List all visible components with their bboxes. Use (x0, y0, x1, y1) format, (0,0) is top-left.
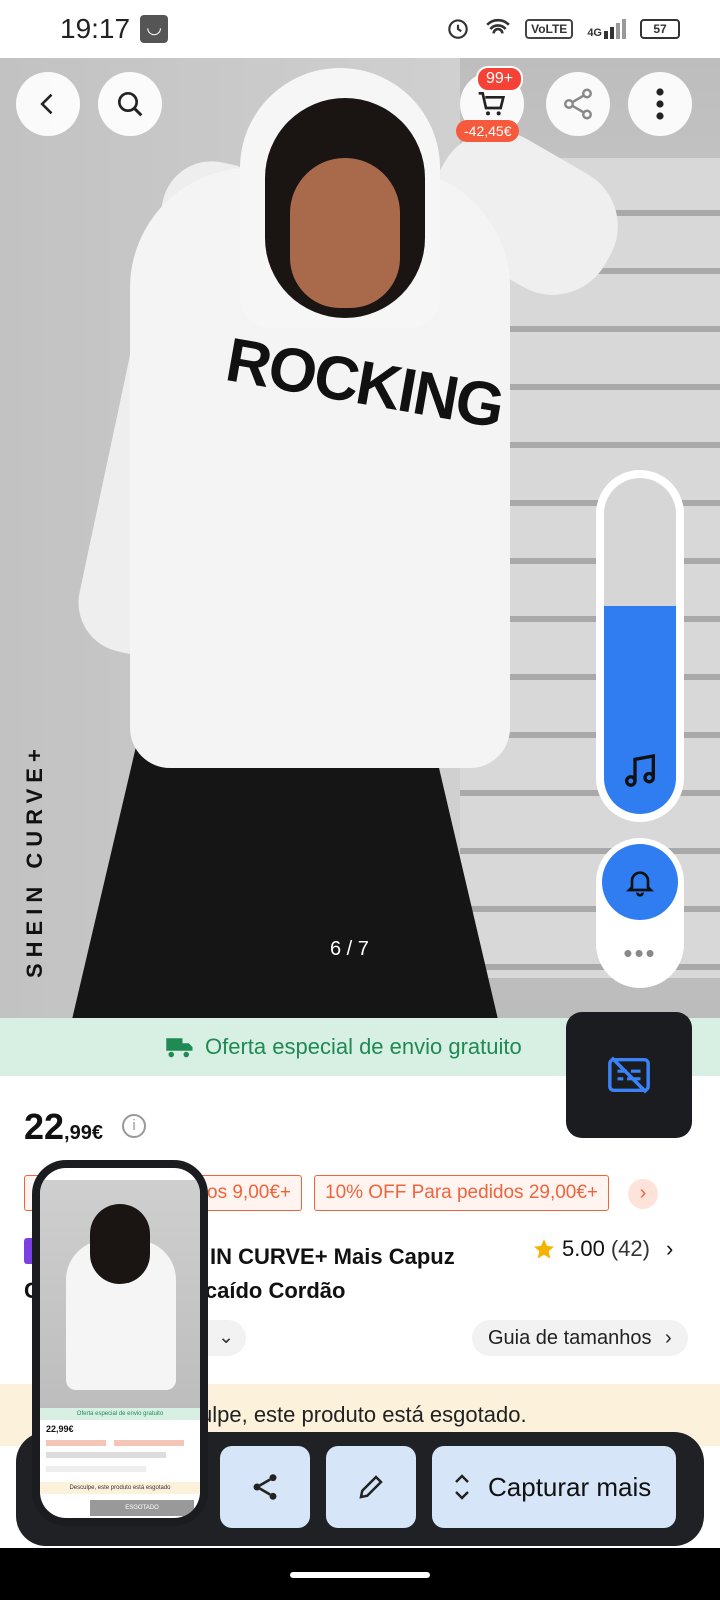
truck-icon (166, 1038, 193, 1058)
notification-icon: ◡ (140, 15, 169, 43)
cart-discount-badge: -42,45€ (456, 120, 520, 142)
status-icons: VoLTE 4G 57 (445, 15, 680, 44)
bell-icon (626, 871, 654, 897)
chevron-right-icon: › (665, 1236, 674, 1261)
share-screenshot-button[interactable] (220, 1446, 310, 1528)
wifi-icon (485, 17, 511, 42)
search-button[interactable] (98, 72, 162, 136)
edit-screenshot-button[interactable] (326, 1446, 416, 1528)
volte-indicator: VoLTE (525, 19, 574, 39)
navigation-bar (0, 1548, 720, 1600)
signal-icon: 4G (587, 19, 626, 39)
size-guide-link[interactable]: Guia de tamanhos › (472, 1320, 688, 1356)
music-note-icon (604, 751, 676, 796)
chevron-down-icon: ⌄ (218, 1327, 234, 1348)
volume-more-button[interactable]: ••• (596, 938, 684, 969)
share-icon (253, 1474, 277, 1500)
star-icon (534, 1239, 554, 1259)
back-arrow-icon (40, 93, 53, 115)
price-info-icon[interactable]: i (122, 1114, 146, 1138)
screenshot-thumbnail[interactable]: Oferta especial de envio gratuito 22,99€… (32, 1160, 208, 1526)
product-rating[interactable]: 5.00 (42) › (532, 1236, 673, 1262)
live-caption-button[interactable] (566, 1012, 692, 1138)
cart-count-badge: 99+ (476, 66, 524, 92)
back-button[interactable] (16, 72, 80, 136)
more-options-button[interactable] (628, 72, 692, 136)
search-icon (118, 92, 143, 117)
image-counter: 6 / 7 (330, 938, 369, 960)
capture-more-button[interactable]: Capturar mais (432, 1446, 676, 1528)
alarm-icon (445, 15, 471, 44)
home-gesture-handle[interactable] (290, 1572, 430, 1578)
coupon-2[interactable]: 10% OFF Para pedidos 29,00€+ (314, 1175, 610, 1211)
more-vertical-icon (656, 88, 664, 120)
captions-off-icon (608, 1056, 650, 1094)
share-button[interactable] (546, 72, 610, 136)
chevron-right-icon: › (665, 1327, 672, 1349)
battery-icon: 57 (640, 19, 680, 39)
cart-icon (478, 92, 506, 116)
coupons-more-button[interactable]: › (628, 1179, 658, 1209)
ringer-mode-button[interactable] (602, 844, 678, 920)
share-icon (564, 88, 592, 120)
ringer-panel: ••• (596, 838, 684, 988)
brand-watermark: SHEIN CURVE+ (22, 743, 47, 978)
product-price: 22,99€ (24, 1106, 103, 1147)
screen: 19:17 ◡ VoLTE 4G 57 ROCKING SHEIN CURVE+… (0, 0, 720, 1600)
volume-slider[interactable] (596, 470, 684, 822)
status-time: 19:17 (60, 13, 131, 44)
cart-button[interactable]: 99+ -42,45€ (456, 66, 524, 142)
status-bar: 19:17 ◡ VoLTE 4G 57 (0, 0, 720, 58)
shipping-text: Oferta especial de envio gratuito (205, 1034, 522, 1059)
expand-vertical-icon (455, 1474, 469, 1500)
thumbnail-image (40, 1180, 200, 1408)
pencil-icon (359, 1475, 383, 1499)
